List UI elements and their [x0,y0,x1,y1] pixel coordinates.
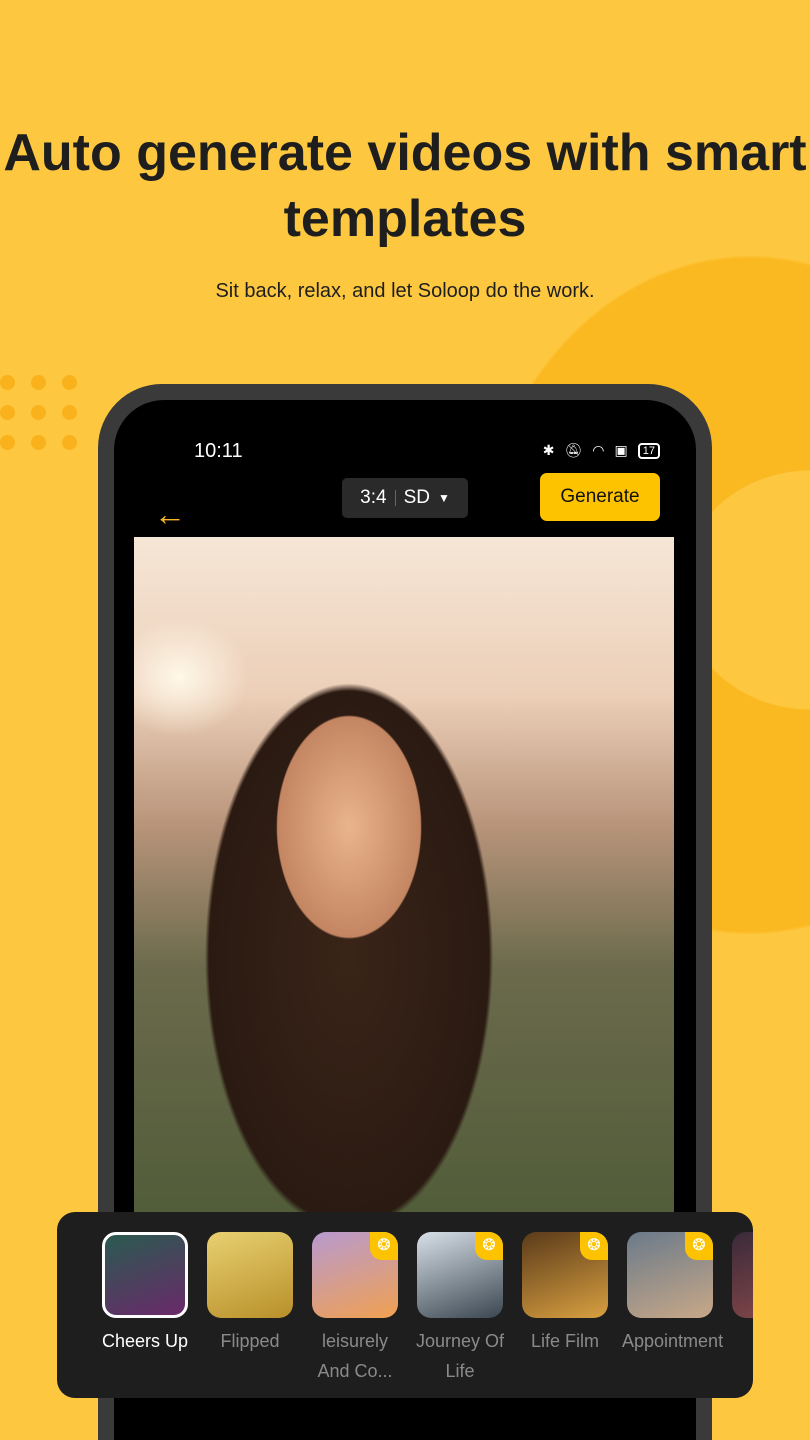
battery-icon: 17 [637,442,660,459]
template-label: leisurely And Co... [317,1331,393,1381]
film-reel-icon: ❂ [370,1232,398,1260]
template-item[interactable]: ❂ Journey Of Life [416,1232,504,1386]
template-thumbnail: ❂ [417,1232,503,1318]
template-item[interactable]: R [732,1232,753,1356]
template-item[interactable]: Cheers Up [102,1232,188,1356]
generate-button[interactable]: Generate [540,473,660,521]
template-item[interactable]: ❂ Life Film [522,1232,608,1356]
film-reel-icon: ❂ [475,1232,503,1260]
template-thumbnail [102,1232,188,1318]
template-label: Life Film [530,1331,599,1351]
subheadline: Sit back, relax, and let Soloop do the w… [215,280,595,302]
film-reel-icon: ❂ [685,1232,713,1260]
mute-icon: 🔕︎ [564,442,583,458]
template-label: Flipped [220,1331,280,1351]
headline: Auto generate videos with smart template… [3,124,807,248]
quality: SD [403,487,430,508]
template-label: Journey Of Life [415,1331,505,1381]
film-reel-icon: ❂ [580,1232,608,1260]
nfc-icon: ▣ [614,442,628,458]
template-item[interactable]: ❂ Appointment [622,1232,723,1356]
template-item[interactable]: Flipped [207,1232,293,1356]
template-thumbnail: ❂ [627,1232,713,1318]
template-thumbnail [207,1232,293,1318]
template-label: R [727,1326,753,1356]
bluetooth-icon: ✱ [542,442,555,458]
template-label: Cheers Up [101,1331,189,1351]
status-time: 10:11 [194,440,243,462]
template-tray[interactable]: Cheers Up Flipped ❂ leisurely And Co... ❂ Jou… [57,1212,753,1398]
template-item[interactable]: ❂ leisurely And Co... [312,1232,398,1386]
preview-photo [134,537,674,1257]
arrow-left-icon[interactable]: ← [154,496,186,533]
aspect-ratio: 3:4 [360,487,387,508]
template-thumbnail: ❂ [522,1232,608,1318]
decor-dots [0,375,78,450]
format-selector[interactable]: 3:4 SD ▼ [342,478,468,518]
divider [394,490,396,506]
caret-down-icon: ▼ [437,491,450,505]
wifi-icon: ◠ [592,442,605,458]
template-thumbnail: ❂ [312,1232,398,1318]
status-icons: ✱ 🔕︎ ◠ ▣ 17 [543,442,660,459]
template-thumbnail [732,1232,753,1318]
template-label: Appointment [622,1331,724,1351]
